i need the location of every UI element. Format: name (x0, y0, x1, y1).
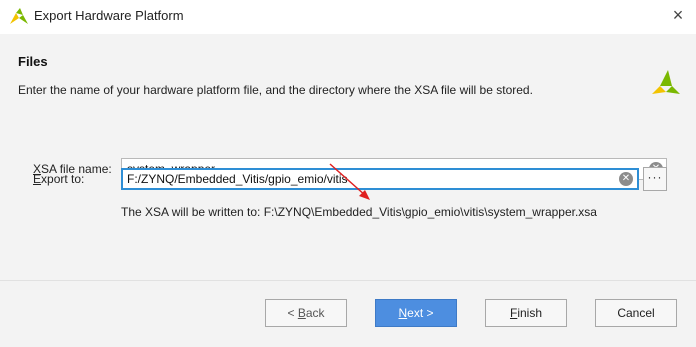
export-to-label: Export to: (33, 172, 85, 186)
vivado-logo-icon (10, 8, 28, 24)
browse-button[interactable]: ··· (643, 167, 667, 191)
clear-icon[interactable]: ✕ (619, 172, 633, 186)
export-to-value: F:/ZYNQ/Embedded_Vitis/gpio_emio/vitis (127, 172, 348, 186)
title-bar: Export Hardware Platform × (0, 0, 696, 33)
dialog-content: Files Enter the name of your hardware pl… (0, 34, 696, 280)
page-title: Files (18, 54, 48, 69)
output-path-note: The XSA will be written to: F:\ZYNQ\Embe… (121, 205, 597, 219)
export-to-input[interactable]: F:/ZYNQ/Embedded_Vitis/gpio_emio/vitis (121, 168, 639, 190)
annotation-arrow-icon (329, 163, 370, 200)
close-button[interactable]: × (668, 4, 688, 26)
next-button[interactable]: Next > (375, 299, 457, 327)
window-title: Export Hardware Platform (34, 8, 184, 23)
back-button[interactable]: < Back (265, 299, 347, 327)
cancel-button[interactable]: Cancel (595, 299, 677, 327)
finish-button[interactable]: Finish (485, 299, 567, 327)
button-bar (0, 280, 696, 347)
page-description: Enter the name of your hardware platform… (18, 83, 533, 97)
vivado-logo-icon (652, 70, 680, 94)
